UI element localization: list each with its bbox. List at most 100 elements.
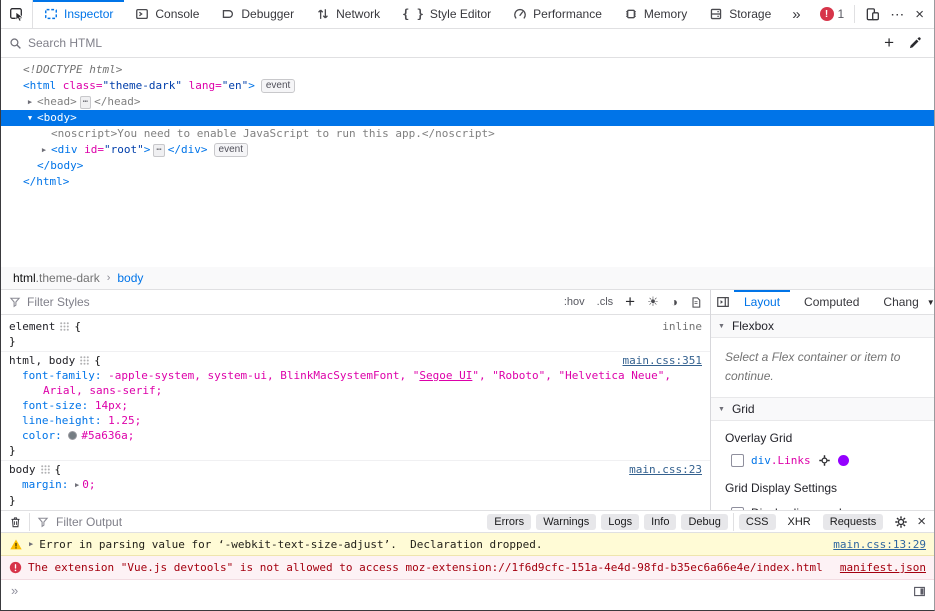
collapsed-content-badge[interactable]: ⋯ xyxy=(80,96,91,109)
declaration-color[interactable]: color: #5a636a; xyxy=(1,428,710,443)
rule-source-link[interactable]: main.css:23 xyxy=(629,462,702,477)
grid-section-header[interactable]: ▼ Grid xyxy=(711,398,934,421)
console-warning-message[interactable]: ▶ Error in parsing value for ‘-webkit-te… xyxy=(1,533,934,556)
expander-icon[interactable]: ▶ xyxy=(23,94,37,110)
flexbox-section-header[interactable]: ▼ Flexbox xyxy=(711,315,934,338)
markup-doctype[interactable]: <!DOCTYPE html> xyxy=(1,62,934,78)
console-filter-buttons: Errors Warnings Logs Info Debug CSS XHR … xyxy=(487,513,926,531)
markup-html-close[interactable]: </html> xyxy=(1,174,934,190)
tab-changes[interactable]: Chang xyxy=(873,290,928,314)
tab-style-editor[interactable]: { } Style Editor xyxy=(391,0,502,28)
console-input-row[interactable]: » xyxy=(1,580,934,610)
meatball-menu-button[interactable]: ⋯ xyxy=(890,6,905,23)
console-settings-gear-icon[interactable] xyxy=(894,515,908,529)
expander-icon: ▼ xyxy=(718,323,725,330)
filter-output-input[interactable]: Filter Output xyxy=(56,515,122,529)
console-error-message[interactable]: The extension "Vue.js devtools" is not a… xyxy=(1,556,934,580)
breadcrumb-body[interactable]: body xyxy=(117,271,143,285)
sidebar-split: Filter Styles :hov .cls + ☀ ◑ element xyxy=(1,290,934,510)
dot-grid-icon[interactable] xyxy=(41,465,50,474)
collapsed-content-badge[interactable]: ⋯ xyxy=(153,144,164,157)
tab-debugger[interactable]: Debugger xyxy=(210,0,305,28)
expander-icon[interactable]: ▶ xyxy=(29,540,33,548)
grid-settings-icon[interactable] xyxy=(818,454,831,467)
pick-element-button[interactable] xyxy=(1,0,33,28)
filter-errors-button[interactable]: Errors xyxy=(487,514,531,530)
split-console-icon[interactable] xyxy=(913,585,926,598)
error-count-badge[interactable]: ! 1 xyxy=(820,7,845,21)
console-toolbar-separator xyxy=(29,513,30,531)
expander-icon[interactable]: ▶ xyxy=(75,481,79,489)
dark-scheme-icon[interactable]: ◑ xyxy=(671,295,678,309)
breadcrumb-html[interactable]: html.theme-dark xyxy=(13,271,100,285)
declaration-margin[interactable]: margin: ▶0; xyxy=(1,477,710,493)
event-badge[interactable]: event xyxy=(214,143,248,157)
add-rule-button[interactable]: + xyxy=(625,292,635,312)
filter-debug-button[interactable]: Debug xyxy=(681,514,727,530)
dock-sidebar-icon[interactable] xyxy=(716,295,730,309)
toggle-classes-button[interactable]: .cls xyxy=(597,296,614,308)
error-source-link[interactable]: manifest.json xyxy=(840,561,926,574)
filter-styles-input[interactable]: Filter Styles xyxy=(27,295,90,309)
markup-body-close[interactable]: </body> xyxy=(1,158,934,174)
filter-logs-button[interactable]: Logs xyxy=(601,514,639,530)
console-icon xyxy=(135,7,149,21)
tab-label: Inspector xyxy=(64,7,113,21)
eyedropper-button[interactable] xyxy=(908,36,922,50)
close-split-console-button[interactable]: × xyxy=(917,513,926,530)
tab-console[interactable]: Console xyxy=(124,0,210,28)
markup-view: <!DOCTYPE html> <html class="theme-dark"… xyxy=(1,58,934,267)
warning-source-link[interactable]: main.css:13:29 xyxy=(833,538,926,551)
filter-icon xyxy=(9,296,21,308)
rule-selector[interactable]: html, body xyxy=(9,353,75,368)
light-scheme-icon[interactable]: ☀ xyxy=(647,294,659,310)
declaration-line-height[interactable]: line-height: 1.25; xyxy=(1,413,710,428)
error-badge-icon: ! xyxy=(820,7,834,21)
search-html-input[interactable]: Search HTML xyxy=(28,36,102,50)
tab-performance[interactable]: Performance xyxy=(502,0,613,28)
rule-source-link[interactable]: main.css:351 xyxy=(623,353,702,368)
error-text: The extension "Vue.js devtools" is not a… xyxy=(28,561,823,574)
toggle-pseudo-classes-button[interactable]: :hov xyxy=(564,296,585,308)
declaration-font-family[interactable]: font-family: -apple-system, system-ui, B… xyxy=(1,368,710,398)
filter-xhr-button[interactable]: XHR xyxy=(781,514,818,530)
markup-head-row[interactable]: ▶<head>⋯</head> xyxy=(1,94,934,110)
markup-div-root-row[interactable]: ▶<div id="root">⋯</div>event xyxy=(1,142,934,158)
rule-selector[interactable]: element xyxy=(9,319,55,334)
search-icon xyxy=(9,37,22,50)
tab-memory[interactable]: Memory xyxy=(613,0,698,28)
dot-grid-icon[interactable] xyxy=(60,322,69,331)
tab-inspector[interactable]: Inspector xyxy=(33,0,124,28)
declaration-font-size[interactable]: font-size: 14px; xyxy=(1,398,710,413)
responsive-design-mode-button[interactable] xyxy=(865,7,880,22)
expander-icon[interactable]: ▼ xyxy=(23,110,37,126)
color-swatch[interactable] xyxy=(68,431,77,440)
tab-computed[interactable]: Computed xyxy=(794,290,869,314)
tab-label: Network xyxy=(336,7,380,21)
markup-noscript-row[interactable]: <noscript>You need to enable JavaScript … xyxy=(1,126,934,142)
event-badge[interactable]: event xyxy=(261,79,295,93)
grid-item-selector[interactable]: div.Links xyxy=(751,454,811,467)
breadcrumb: html.theme-dark › body xyxy=(1,267,934,290)
tab-network[interactable]: Network xyxy=(305,0,391,28)
print-media-icon[interactable] xyxy=(690,296,702,309)
tab-layout[interactable]: Layout xyxy=(734,290,790,314)
expander-icon[interactable]: ▶ xyxy=(37,142,51,158)
filter-warnings-button[interactable]: Warnings xyxy=(536,514,596,530)
markup-body-row-selected[interactable]: ▼<body> xyxy=(1,110,934,126)
expander-icon: ▼ xyxy=(718,406,725,413)
markup-html-open[interactable]: <html class="theme-dark" lang="en">event xyxy=(1,78,934,94)
filter-css-button[interactable]: CSS xyxy=(739,514,776,530)
grid-overlay-checkbox[interactable] xyxy=(731,454,744,467)
grid-color-swatch[interactable] xyxy=(838,455,849,466)
close-devtools-button[interactable]: × xyxy=(915,6,924,23)
dot-grid-icon[interactable] xyxy=(80,356,89,365)
tab-label: Console xyxy=(155,7,199,21)
tab-storage[interactable]: Storage xyxy=(698,0,782,28)
clear-console-icon[interactable] xyxy=(9,515,22,529)
filter-requests-button[interactable]: Requests xyxy=(823,514,883,530)
tabs-overflow-button[interactable]: » xyxy=(782,0,810,28)
filter-info-button[interactable]: Info xyxy=(644,514,676,530)
add-node-button[interactable]: + xyxy=(884,33,894,53)
rule-selector[interactable]: body xyxy=(9,462,36,477)
